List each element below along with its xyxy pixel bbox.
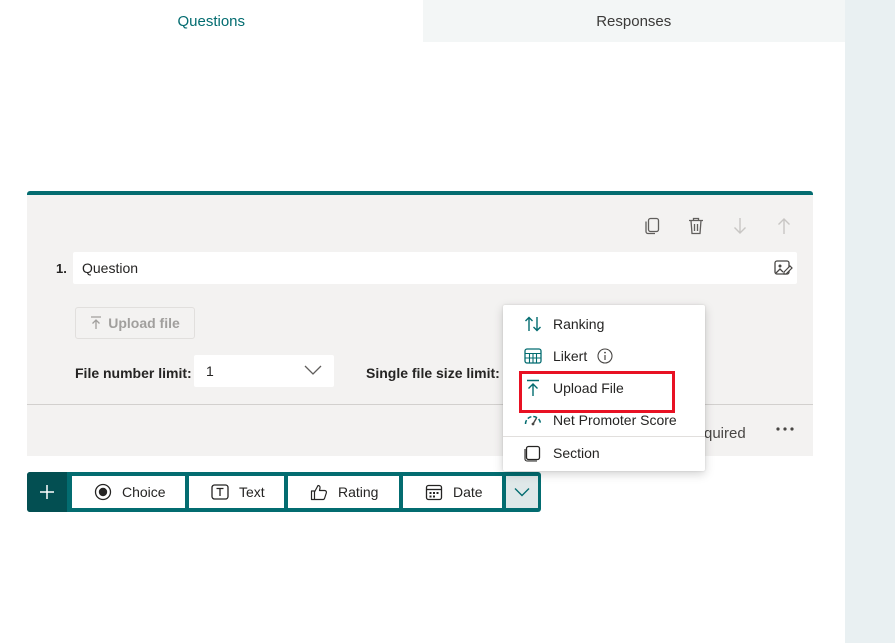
choice-label: Choice: [122, 484, 166, 500]
question-number: 1.: [56, 261, 67, 276]
right-side-panel: [845, 0, 895, 643]
net-promoter-score-label: Net Promoter Score: [553, 412, 677, 428]
file-number-limit-select[interactable]: 1: [194, 355, 334, 387]
tab-bar: Questions Responses: [0, 0, 845, 42]
plus-icon: [40, 485, 54, 499]
text-box-icon: [211, 483, 229, 501]
question-toolbar: [641, 215, 795, 237]
gauge-icon: [523, 410, 543, 430]
thumb-up-icon: [310, 483, 328, 501]
move-down-icon[interactable]: [729, 215, 751, 237]
highlight-annotation-box: [519, 371, 675, 413]
chevron-down-icon: [304, 365, 322, 375]
add-text-button[interactable]: Text: [189, 476, 284, 508]
delete-icon[interactable]: [685, 215, 707, 237]
tab-questions[interactable]: Questions: [0, 0, 423, 42]
add-choice-button[interactable]: Choice: [72, 476, 185, 508]
add-date-button[interactable]: Date: [403, 476, 502, 508]
sort-arrows-icon: [523, 314, 543, 334]
text-label: Text: [239, 484, 265, 500]
radio-icon: [94, 483, 112, 501]
question-title-input[interactable]: Question: [73, 252, 797, 284]
more-options-icon[interactable]: [775, 419, 795, 439]
insert-media-icon[interactable]: [773, 258, 793, 278]
single-file-size-label: Single file size limit:: [366, 365, 500, 381]
rating-label: Rating: [338, 484, 379, 500]
file-number-limit-value: 1: [206, 363, 214, 379]
file-number-limit-label: File number limit:: [75, 365, 192, 381]
section-icon: [523, 443, 543, 463]
copy-icon[interactable]: [641, 215, 663, 237]
ranking-label: Ranking: [553, 316, 605, 332]
menu-item-section[interactable]: Section: [503, 437, 705, 469]
move-up-icon[interactable]: [773, 215, 795, 237]
info-icon[interactable]: [597, 348, 613, 364]
grid-icon: [523, 346, 543, 366]
add-rating-button[interactable]: Rating: [288, 476, 399, 508]
likert-label: Likert: [553, 348, 588, 364]
date-label: Date: [453, 484, 483, 500]
add-new-button[interactable]: [27, 472, 67, 512]
add-question-bar: Choice Text Rating Date: [27, 472, 541, 512]
upload-file-label: Upload file: [108, 315, 180, 331]
more-question-types-button[interactable]: [506, 476, 538, 508]
calendar-icon: [425, 483, 443, 501]
tab-responses[interactable]: Responses: [422, 0, 845, 42]
section-label: Section: [553, 445, 600, 461]
question-title-text: Question: [82, 260, 139, 276]
upload-file-button[interactable]: Upload file: [75, 307, 195, 339]
menu-item-ranking[interactable]: Ranking: [503, 308, 705, 340]
chevron-down-icon: [514, 488, 530, 497]
required-toggle-label[interactable]: quired: [704, 425, 746, 442]
menu-item-likert[interactable]: Likert: [503, 340, 705, 372]
upload-icon: [91, 316, 102, 329]
